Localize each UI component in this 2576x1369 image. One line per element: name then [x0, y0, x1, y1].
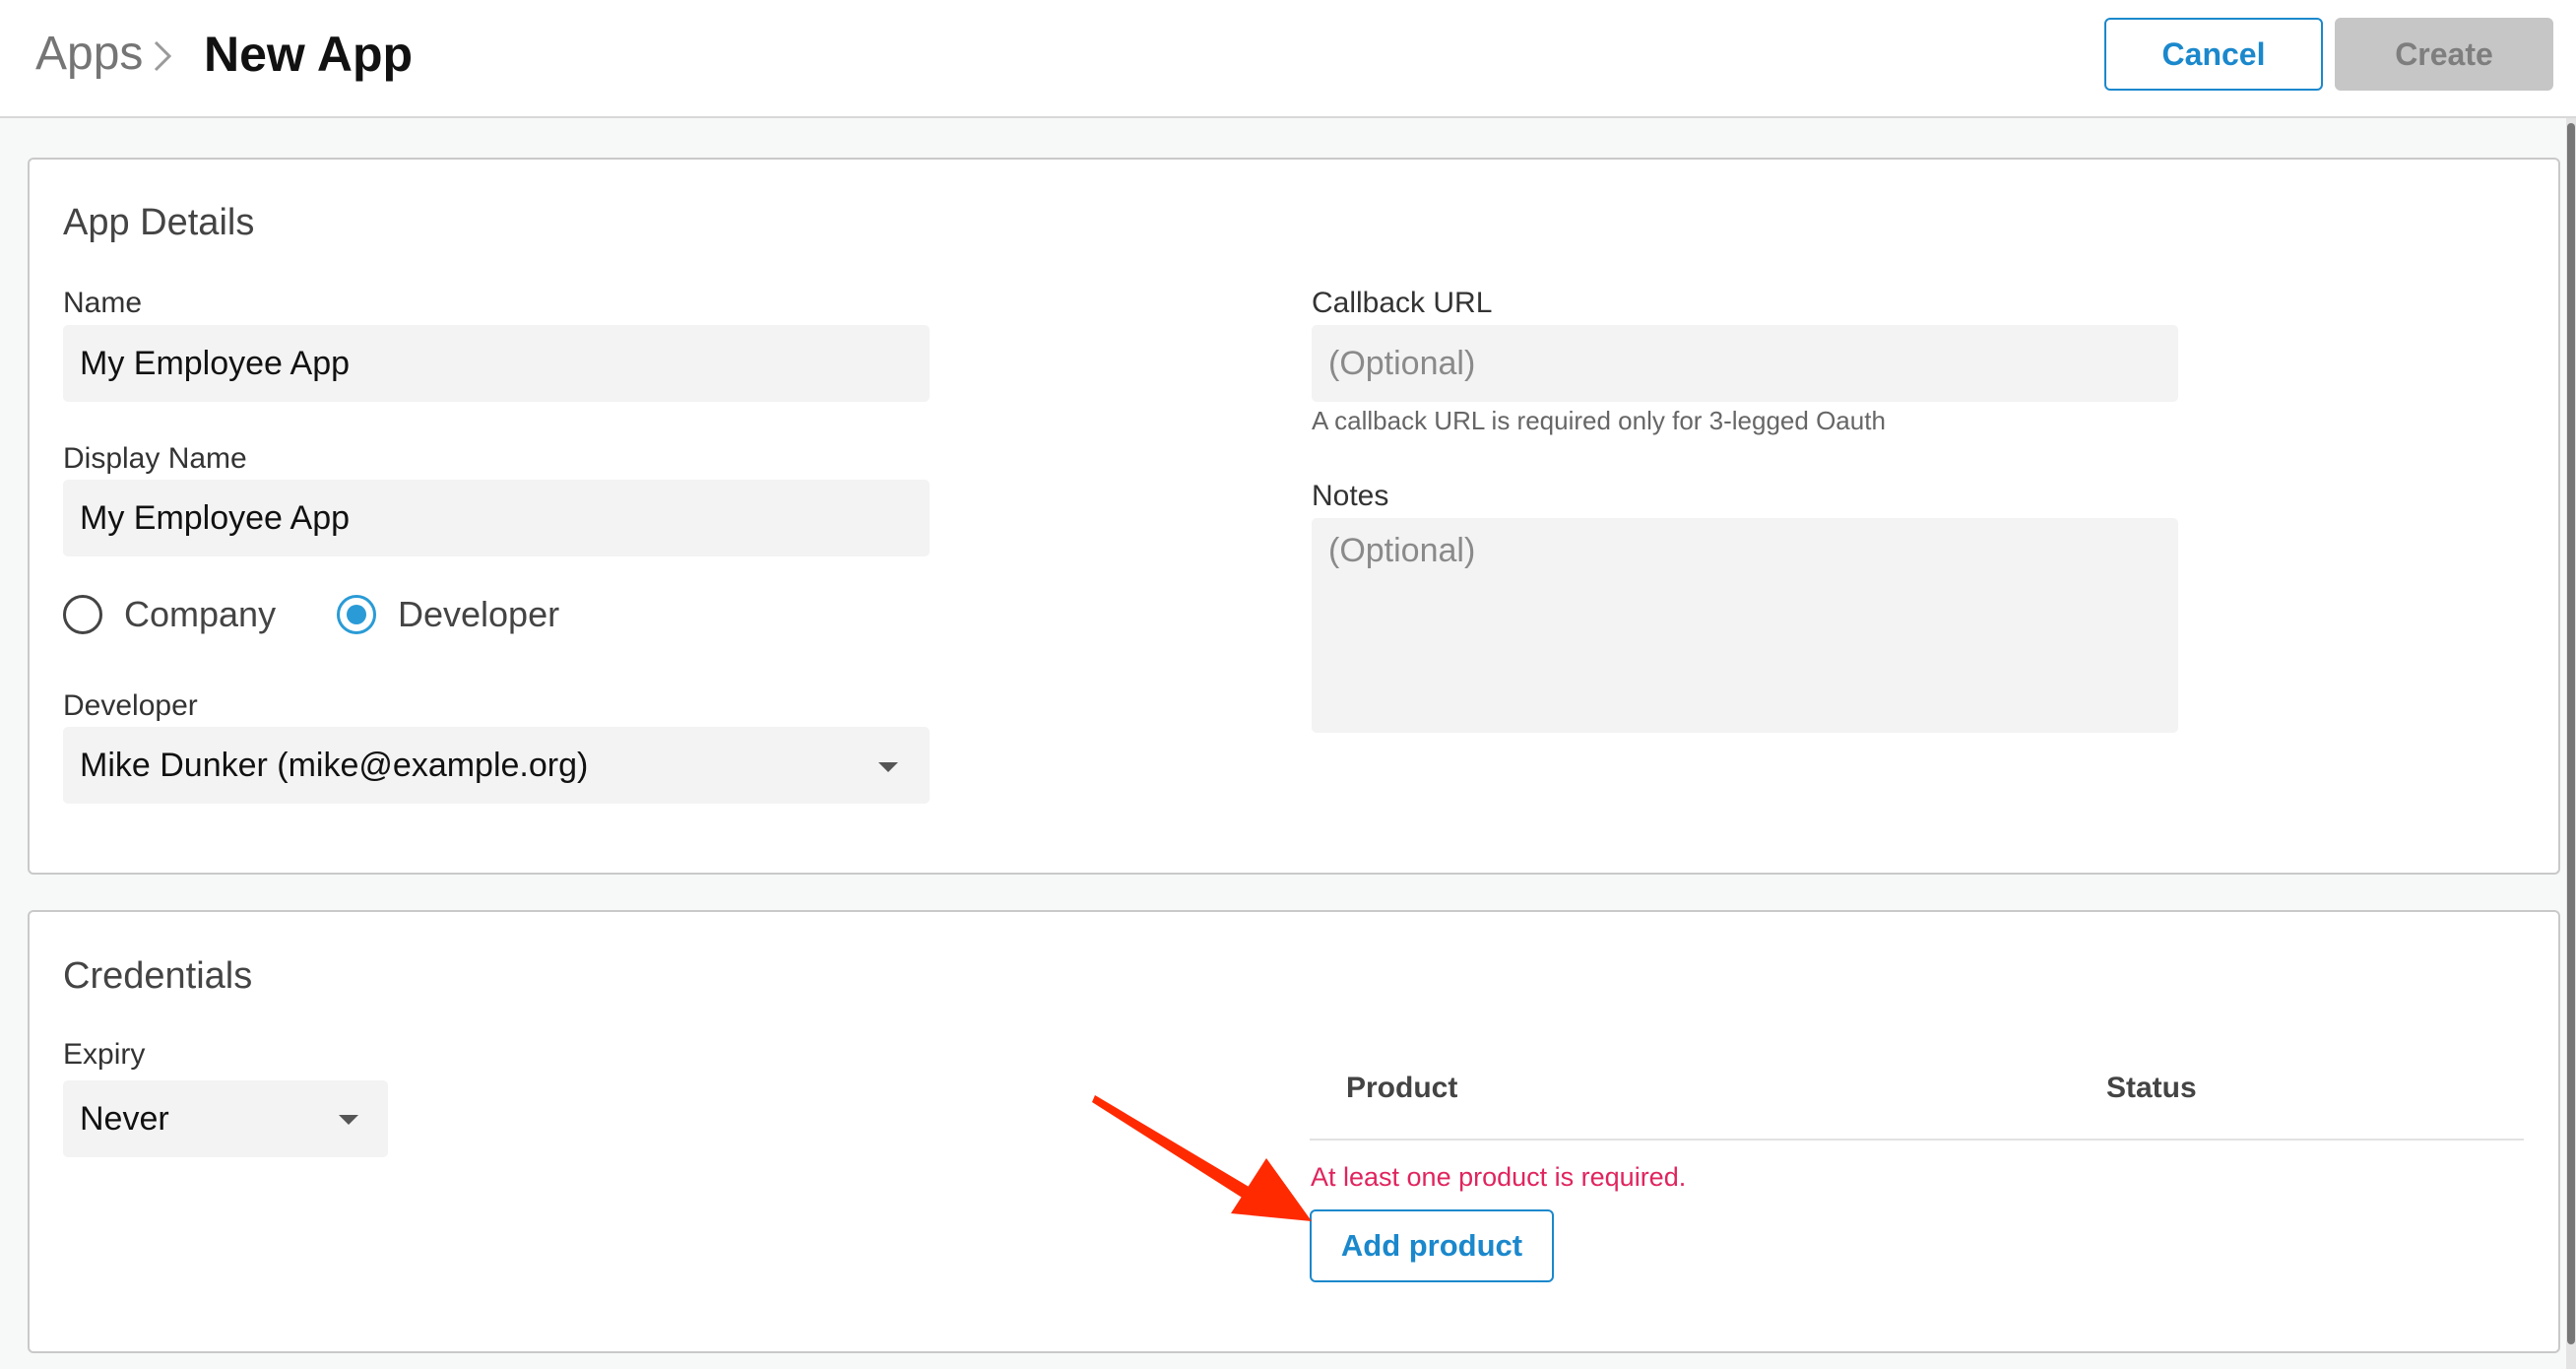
expiry-label: Expiry — [63, 1038, 146, 1071]
breadcrumb-apps-link[interactable]: Apps — [35, 26, 143, 83]
caret-down-icon — [339, 1115, 358, 1125]
add-product-button[interactable]: Add product — [1310, 1209, 1554, 1282]
cancel-button[interactable]: Cancel — [2104, 18, 2323, 91]
app-details-title: App Details — [63, 202, 255, 243]
scrollbar-thumb[interactable] — [2567, 123, 2575, 1344]
table-header-divider — [1310, 1139, 2524, 1141]
red-arrow-annotation — [1092, 1095, 1312, 1221]
notes-textarea[interactable]: (Optional) — [1312, 518, 2178, 733]
callback-url-label: Callback URL — [1312, 287, 1493, 319]
name-input[interactable]: My Employee App — [63, 325, 930, 402]
developer-radio-label[interactable]: Developer — [398, 593, 559, 636]
developer-select[interactable]: Mike Dunker (mike@example.org) — [63, 727, 930, 804]
company-radio[interactable] — [63, 595, 102, 634]
expiry-select-value: Never — [80, 1099, 169, 1138]
app-details-card: App Details Name My Employee App Display… — [28, 158, 2560, 875]
radio-selected-dot — [347, 605, 366, 624]
company-radio-label[interactable]: Company — [124, 593, 276, 636]
page-title: New App — [204, 27, 414, 82]
callback-url-hint: A callback URL is required only for 3-le… — [1312, 406, 1886, 435]
developer-label: Developer — [63, 689, 198, 722]
callback-url-input[interactable]: (Optional) — [1312, 325, 2178, 402]
chevron-right-icon — [154, 40, 172, 72]
developer-radio[interactable] — [337, 595, 376, 634]
caret-down-icon — [878, 762, 898, 772]
developer-select-value: Mike Dunker (mike@example.org) — [80, 746, 589, 784]
name-label: Name — [63, 287, 143, 319]
error-message: At least one product is required. — [1311, 1162, 1687, 1192]
create-button[interactable]: Create — [2335, 18, 2553, 91]
display-name-input[interactable]: My Employee App — [63, 480, 930, 556]
product-column-header: Product — [1346, 1072, 1458, 1104]
display-name-label: Display Name — [63, 442, 247, 475]
credentials-title: Credentials — [63, 955, 253, 997]
status-column-header: Status — [2106, 1072, 2197, 1104]
notes-label: Notes — [1312, 480, 1389, 512]
page-header: Apps New App Cancel Create — [0, 0, 2576, 118]
